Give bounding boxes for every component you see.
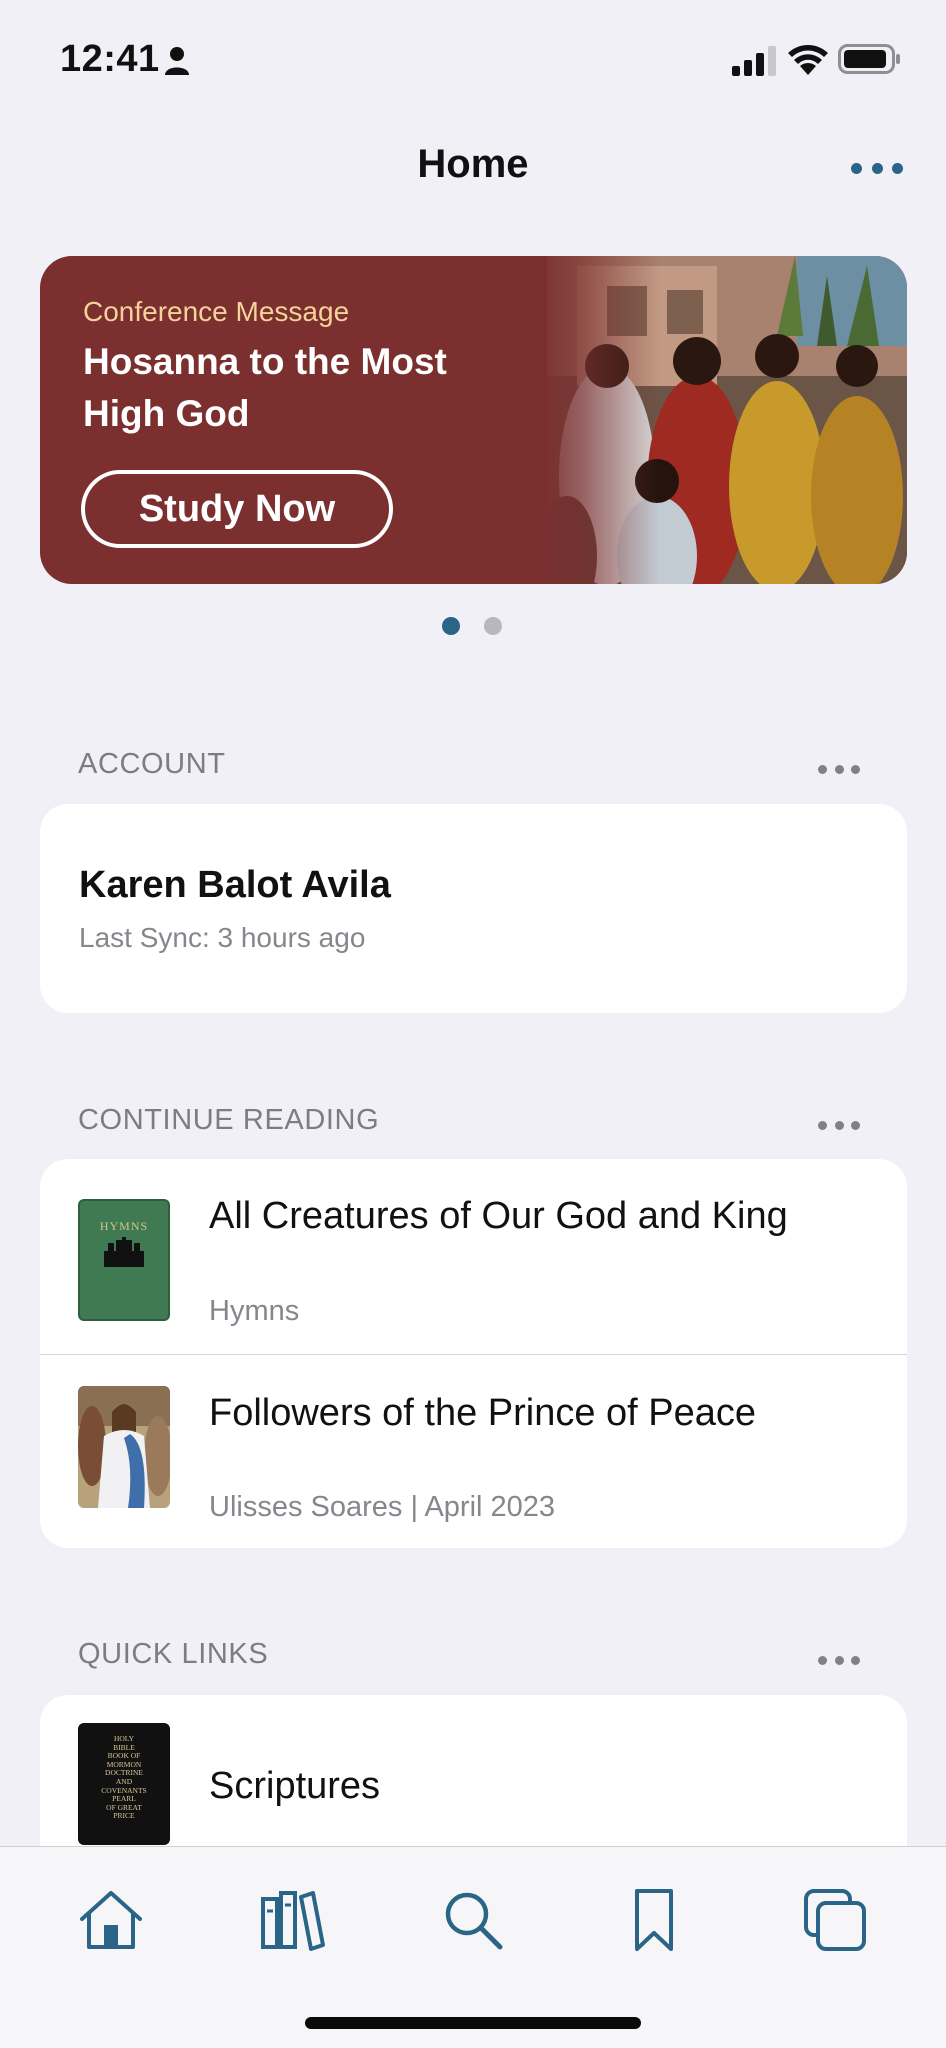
bookmark-icon[interactable] (619, 1885, 689, 1955)
status-bar: 12:41 (0, 0, 946, 120)
screens-icon[interactable] (800, 1885, 870, 1955)
continue-reading-card: HYMNS All Creatures of Our God and King … (40, 1159, 907, 1548)
more-options-icon[interactable] (848, 150, 906, 186)
last-sync-text: Last Sync: 3 hours ago (79, 922, 366, 953)
continue-reading-section-header: CONTINUE READING (78, 1104, 380, 1136)
study-now-button[interactable]: Study Now (81, 470, 393, 548)
hymn-title: All Creatures of Our God and King (209, 1195, 788, 1237)
account-name: Karen Balot Avila (79, 864, 391, 906)
status-time: 12:41 (60, 38, 160, 80)
banner-eyebrow: Conference Message (83, 296, 350, 327)
talk-subtitle: Ulisses Soares | April 2023 (209, 1491, 556, 1523)
library-icon[interactable] (257, 1885, 327, 1955)
page-title: Home (417, 142, 529, 186)
home-screen: 12:41 Home Conference Message Hosanna to… (0, 0, 946, 2048)
list-item-talk[interactable]: Followers of the Prince of Peace Ulisses… (40, 1355, 907, 1548)
person-icon (165, 47, 189, 75)
banner-title: Hosanna to the Most High God (83, 341, 447, 434)
talk-title: Followers of the Prince of Peace (209, 1392, 757, 1434)
home-icon[interactable] (76, 1885, 146, 1955)
scripture-cover-line: PRICE (113, 1811, 135, 1821)
page-dot-1[interactable] (442, 617, 460, 635)
list-item-hymn[interactable]: HYMNS All Creatures of Our God and King … (40, 1159, 907, 1355)
temple-icon (104, 1237, 144, 1267)
christ-painting-thumb (78, 1386, 170, 1508)
wifi-icon (788, 45, 828, 75)
battery-icon (838, 44, 900, 74)
page-indicator[interactable] (442, 617, 502, 635)
conference-message-banner[interactable]: Conference Message Hosanna to the Most H… (40, 256, 907, 584)
account-card[interactable]: Karen Balot Avila Last Sync: 3 hours ago (40, 804, 907, 1013)
home-indicator[interactable] (305, 2017, 641, 2029)
hymn-subtitle: Hymns (209, 1295, 300, 1327)
scriptures-cover: HOLY BIBLE BOOK OF MORMON DOCTRINE AND COVENAN… (78, 1723, 170, 1845)
tab-bar (0, 1846, 946, 2048)
quick-links-section-header: QUICK LINKS (78, 1638, 269, 1670)
signal-icon (732, 46, 776, 76)
search-icon[interactable] (438, 1885, 508, 1955)
account-more-icon[interactable] (818, 762, 860, 776)
quick-links-more-icon[interactable] (818, 1653, 860, 1667)
page-dot-2[interactable] (484, 617, 502, 635)
banner-fade (530, 256, 660, 584)
scriptures-title: Scriptures (209, 1765, 381, 1807)
continue-reading-more-icon[interactable] (818, 1118, 860, 1132)
hymns-book-cover: HYMNS (78, 1199, 170, 1321)
account-section-header: ACCOUNT (78, 748, 226, 780)
